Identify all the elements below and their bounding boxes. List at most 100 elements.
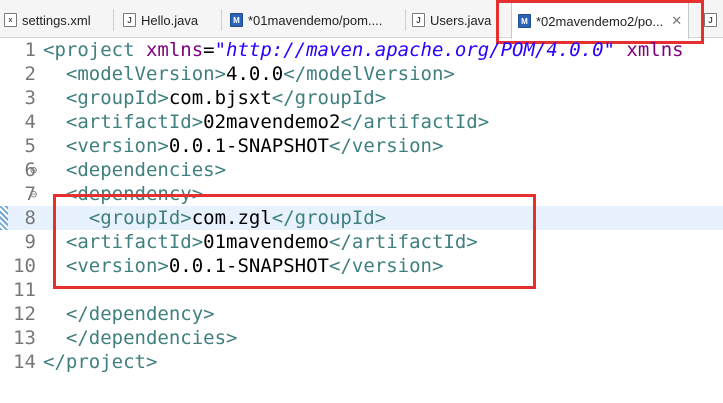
code-line[interactable]: 1 <project xmlns="http://maven.apache.org…	[0, 38, 723, 62]
code-token: </version>	[329, 135, 444, 157]
code-token: <project	[43, 39, 146, 61]
xml-file-icon: x	[4, 13, 17, 27]
code-token: xmlns	[614, 39, 684, 61]
tab-label: Hello.java	[141, 12, 199, 28]
code-line[interactable]: 14 </project>	[0, 350, 723, 374]
java-file-icon: J	[123, 13, 136, 27]
line-number: 4	[24, 111, 36, 133]
code-token: 01mavendemo	[203, 231, 330, 253]
code-line[interactable]: 12 </dependency>	[0, 302, 723, 326]
code-text: <dependencies>	[43, 158, 226, 182]
line-number: 8	[24, 207, 36, 229]
code-line[interactable]: 10 <version>0.0.1-SNAPSHOT</version>	[0, 254, 723, 278]
code-token: 02mavendemo2	[203, 111, 341, 133]
code-text: <version>0.0.1-SNAPSHOT</version>	[43, 134, 444, 158]
code-token: 4.0.0	[226, 63, 284, 85]
tab-overflow-java[interactable]: J	[704, 4, 722, 36]
line-number: 2	[24, 63, 36, 85]
tab-divider	[113, 9, 114, 31]
code-token: </artifactId>	[329, 231, 478, 253]
code-text: <dependency>	[43, 182, 203, 206]
code-token: <dependencies>	[65, 159, 227, 181]
code-token: "http://maven.apache.org/POM/4.0.0"	[214, 39, 615, 61]
code-line[interactable]: 4 <artifactId>02mavendemo2</artifactId>	[0, 110, 723, 134]
code-text: </project>	[43, 350, 157, 374]
code-line[interactable]: 2 <modelVersion>4.0.0</modelVersion>	[0, 62, 723, 86]
code-token: <version>	[65, 255, 169, 277]
tab-settings-xml[interactable]: x settings.xml	[4, 4, 91, 36]
line-number: 1	[24, 39, 36, 61]
line-number: 9	[24, 231, 36, 253]
fold-toggle-icon[interactable]: ⊖	[30, 158, 37, 182]
code-token: <modelVersion>	[65, 63, 227, 85]
code-line[interactable]: 13 </dependencies>	[0, 326, 723, 350]
code-token: <dependency>	[65, 183, 204, 205]
code-token: </dependencies>	[65, 327, 238, 349]
tab-divider	[405, 9, 406, 31]
code-line[interactable]: 7 ⊖ <dependency>	[0, 182, 723, 206]
code-token: </artifactId>	[340, 111, 490, 133]
tab-label: *02mavendemo2/po...	[536, 13, 664, 29]
code-token: xmlns	[145, 39, 204, 61]
code-line[interactable]: 9 <artifactId>01mavendemo</artifactId>	[0, 230, 723, 254]
xml-code-editor[interactable]: 1 <project xmlns="http://maven.apache.org…	[0, 38, 723, 403]
code-text: </dependency>	[43, 302, 215, 326]
line-number: 10	[13, 255, 36, 277]
code-token: <groupId>	[65, 87, 169, 109]
tab-divider	[221, 9, 222, 31]
line-number: 13	[13, 327, 36, 349]
tab-label: settings.xml	[22, 12, 91, 28]
code-token: <artifactId>	[65, 231, 204, 253]
code-token: <version>	[65, 135, 169, 157]
code-text: <project xmlns="http://maven.apache.org/…	[43, 38, 684, 62]
current-line-marker	[0, 206, 8, 230]
java-file-icon: J	[412, 13, 425, 27]
code-line[interactable]: 6 ⊖ <dependencies>	[0, 158, 723, 182]
code-token: </groupId>	[271, 207, 387, 229]
tab-users-java[interactable]: J Users.java	[412, 4, 491, 36]
code-token: </project>	[43, 351, 158, 373]
code-token: <artifactId>	[65, 111, 204, 133]
code-token: 0.0.1-SNAPSHOT	[168, 255, 329, 277]
close-icon[interactable]: ✕	[671, 13, 682, 29]
code-token: </groupId>	[271, 87, 387, 109]
tab-hello-java[interactable]: J Hello.java	[123, 4, 198, 36]
code-line[interactable]: 3 <groupId>com.bjsxt</groupId>	[0, 86, 723, 110]
line-number: 12	[13, 303, 36, 325]
tab-label: Users.java	[430, 12, 492, 28]
fold-toggle-icon[interactable]: ⊖	[30, 182, 37, 206]
code-token: =	[203, 39, 215, 61]
tab-label: *01mavendemo/pom....	[248, 12, 383, 28]
code-text: </dependencies>	[43, 326, 238, 350]
code-line[interactable]: 11	[0, 278, 723, 302]
code-token: 0.0.1-SNAPSHOT	[168, 135, 329, 157]
tab-01mavendemo-pom[interactable]: M *01mavendemo/pom....	[230, 4, 382, 36]
code-text: <groupId>com.zgl</groupId>	[43, 206, 386, 230]
maven-pom-icon: M	[518, 14, 531, 28]
maven-pom-icon: M	[230, 13, 243, 27]
tab-02mavendemo2-pom[interactable]: M *02mavendemo2/po... ✕	[511, 2, 690, 39]
code-line[interactable]: 5 <version>0.0.1-SNAPSHOT</version>	[0, 134, 723, 158]
code-token: </dependency>	[65, 303, 215, 325]
code-text: <groupId>com.bjsxt</groupId>	[43, 86, 386, 110]
code-token: com.bjsxt	[168, 87, 272, 109]
code-text: <modelVersion>4.0.0</modelVersion>	[43, 62, 455, 86]
editor-tab-bar: x settings.xml J Hello.java M *01mavende…	[0, 0, 723, 39]
code-token: </version>	[329, 255, 444, 277]
line-number: 14	[13, 351, 36, 373]
code-line[interactable]: 8 <groupId>com.zgl</groupId>	[0, 206, 723, 230]
code-text: <artifactId>02mavendemo2</artifactId>	[43, 110, 489, 134]
line-number: 11	[13, 279, 36, 301]
code-token: com.zgl	[191, 207, 272, 229]
code-text: <version>0.0.1-SNAPSHOT</version>	[43, 254, 444, 278]
